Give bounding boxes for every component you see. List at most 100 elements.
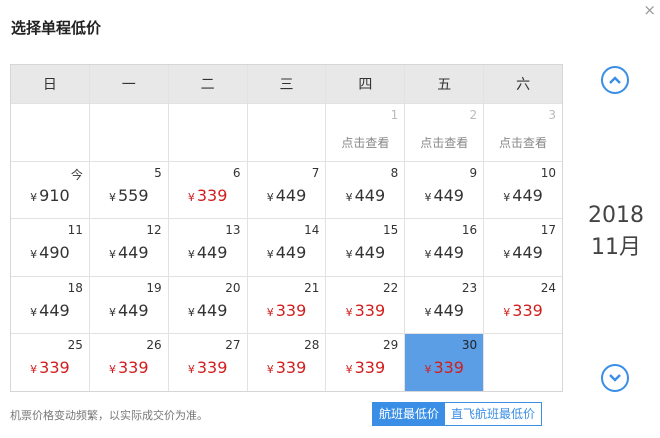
price-disclaimer: 机票价格变动频繁，以实际成交价为准。 xyxy=(10,409,208,422)
chevron-up-icon xyxy=(609,76,621,84)
price-value: 449 xyxy=(354,243,386,263)
day-cell[interactable]: 6 ¥339 xyxy=(168,161,247,219)
empty-cell xyxy=(247,104,326,161)
view-price-link[interactable]: 点击查看 xyxy=(484,134,562,151)
price-calendar: 日一二三四五六 1 点击查看 2 点击查看 3 点击查看今 ¥910 5 ¥559 6 ¥339 7 ¥4… xyxy=(10,64,563,392)
day-cell[interactable]: 10 ¥449 xyxy=(484,161,562,219)
day-cell[interactable]: 14 ¥449 xyxy=(247,219,326,276)
weekday-header: 六 xyxy=(484,65,562,103)
day-cell[interactable]: 20 ¥449 xyxy=(168,276,247,334)
day-number: 28 xyxy=(304,338,320,353)
price-value: 910 xyxy=(39,185,70,205)
day-number: 2 xyxy=(469,108,478,122)
day-cell[interactable]: 29 ¥339 xyxy=(326,334,405,391)
selected-day-cell[interactable]: 30 ¥339 xyxy=(405,334,484,391)
past-day-cell[interactable]: 2 点击查看 xyxy=(405,104,484,161)
empty-cell xyxy=(89,104,168,161)
price-value: 339 xyxy=(275,300,307,320)
day-number: 5 xyxy=(154,165,162,180)
day-number: 20 xyxy=(225,280,241,295)
day-cell[interactable]: 今 ¥910 xyxy=(11,161,89,219)
currency-symbol: ¥ xyxy=(187,363,195,377)
currency-symbol: ¥ xyxy=(345,363,353,377)
currency-symbol: ¥ xyxy=(109,248,116,262)
day-price: ¥449 xyxy=(405,243,483,262)
day-cell[interactable]: 15 ¥449 xyxy=(326,219,405,276)
day-number: 24 xyxy=(540,280,556,295)
day-number: 15 xyxy=(383,223,399,238)
toggle-direct-lowest-price[interactable]: 直飞航班最低价 xyxy=(445,403,542,425)
price-value: 339 xyxy=(39,358,70,378)
day-number: 3 xyxy=(548,108,556,122)
price-value: 490 xyxy=(39,243,70,263)
day-price: ¥449 xyxy=(484,186,562,205)
currency-symbol: ¥ xyxy=(424,305,432,319)
day-number: 9 xyxy=(469,165,478,180)
currency-symbol: ¥ xyxy=(30,248,38,262)
view-price-link[interactable]: 点击查看 xyxy=(405,134,483,151)
empty-cell xyxy=(168,104,247,161)
day-price: ¥559 xyxy=(90,186,168,205)
day-number: 29 xyxy=(383,338,399,353)
day-price: ¥449 xyxy=(90,243,168,262)
currency-symbol: ¥ xyxy=(109,305,116,319)
day-cell[interactable]: 11 ¥490 xyxy=(11,219,89,276)
day-cell[interactable]: 12 ¥449 xyxy=(89,219,168,276)
day-price: ¥910 xyxy=(11,186,89,205)
weekday-header: 一 xyxy=(89,65,168,103)
price-value: 449 xyxy=(275,243,307,263)
day-number: 10 xyxy=(540,165,556,180)
price-value: 449 xyxy=(196,243,228,263)
weekday-header: 日 xyxy=(11,65,89,103)
day-cell[interactable]: 23 ¥449 xyxy=(405,276,484,334)
currency-symbol: ¥ xyxy=(187,248,195,262)
current-month-label: 2018 11月 xyxy=(576,200,656,264)
close-icon[interactable]: × xyxy=(643,2,656,18)
prev-month-button[interactable] xyxy=(601,66,629,94)
weekday-header: 二 xyxy=(168,65,247,103)
day-cell[interactable]: 25 ¥339 xyxy=(11,334,89,391)
day-number: 16 xyxy=(461,223,478,238)
view-price-link[interactable]: 点击查看 xyxy=(326,134,404,151)
price-value: 449 xyxy=(196,300,228,320)
day-price: ¥339 xyxy=(169,186,247,205)
dialog-title: 选择单程低价 xyxy=(11,19,102,37)
day-cell[interactable]: 19 ¥449 xyxy=(89,276,168,334)
price-value: 449 xyxy=(118,300,149,320)
day-price: ¥339 xyxy=(326,301,404,320)
price-value: 339 xyxy=(433,358,464,378)
day-cell[interactable]: 18 ¥449 xyxy=(11,276,89,334)
price-value: 339 xyxy=(512,300,543,320)
day-cell[interactable]: 27 ¥339 xyxy=(168,334,247,391)
day-cell[interactable]: 28 ¥339 xyxy=(247,334,326,391)
day-price: ¥449 xyxy=(484,243,562,262)
day-cell[interactable]: 9 ¥449 xyxy=(405,161,484,219)
day-cell[interactable]: 22 ¥339 xyxy=(326,276,405,334)
day-cell[interactable]: 21 ¥339 xyxy=(247,276,326,334)
day-price: ¥339 xyxy=(169,358,247,377)
day-cell[interactable]: 24 ¥339 xyxy=(484,276,562,334)
next-month-button[interactable] xyxy=(601,364,629,392)
day-cell[interactable]: 8 ¥449 xyxy=(326,161,405,219)
toggle-lowest-price[interactable]: 航班最低价 xyxy=(373,403,446,425)
day-cell[interactable]: 7 ¥449 xyxy=(247,161,326,219)
currency-symbol: ¥ xyxy=(187,305,195,319)
day-cell[interactable]: 16 ¥449 xyxy=(405,219,484,276)
day-price: ¥449 xyxy=(405,186,483,205)
price-type-toggle: 航班最低价 直飞航班最低价 xyxy=(372,402,543,426)
day-cell[interactable]: 13 ¥449 xyxy=(168,219,247,276)
day-cell[interactable]: 26 ¥339 xyxy=(89,334,168,391)
day-cell[interactable]: 5 ¥559 xyxy=(89,161,168,219)
day-price: ¥339 xyxy=(326,358,404,377)
currency-symbol: ¥ xyxy=(30,363,38,377)
day-cell[interactable]: 17 ¥449 xyxy=(484,219,562,276)
year-label: 2018 xyxy=(588,203,644,228)
currency-symbol: ¥ xyxy=(109,190,116,204)
day-price: ¥449 xyxy=(169,301,247,320)
past-day-cell[interactable]: 1 点击查看 xyxy=(326,104,405,161)
past-day-cell[interactable]: 3 点击查看 xyxy=(484,104,562,161)
day-number: 8 xyxy=(390,165,399,180)
currency-symbol: ¥ xyxy=(30,305,38,319)
day-number: 19 xyxy=(146,280,162,295)
price-value: 339 xyxy=(196,358,228,378)
